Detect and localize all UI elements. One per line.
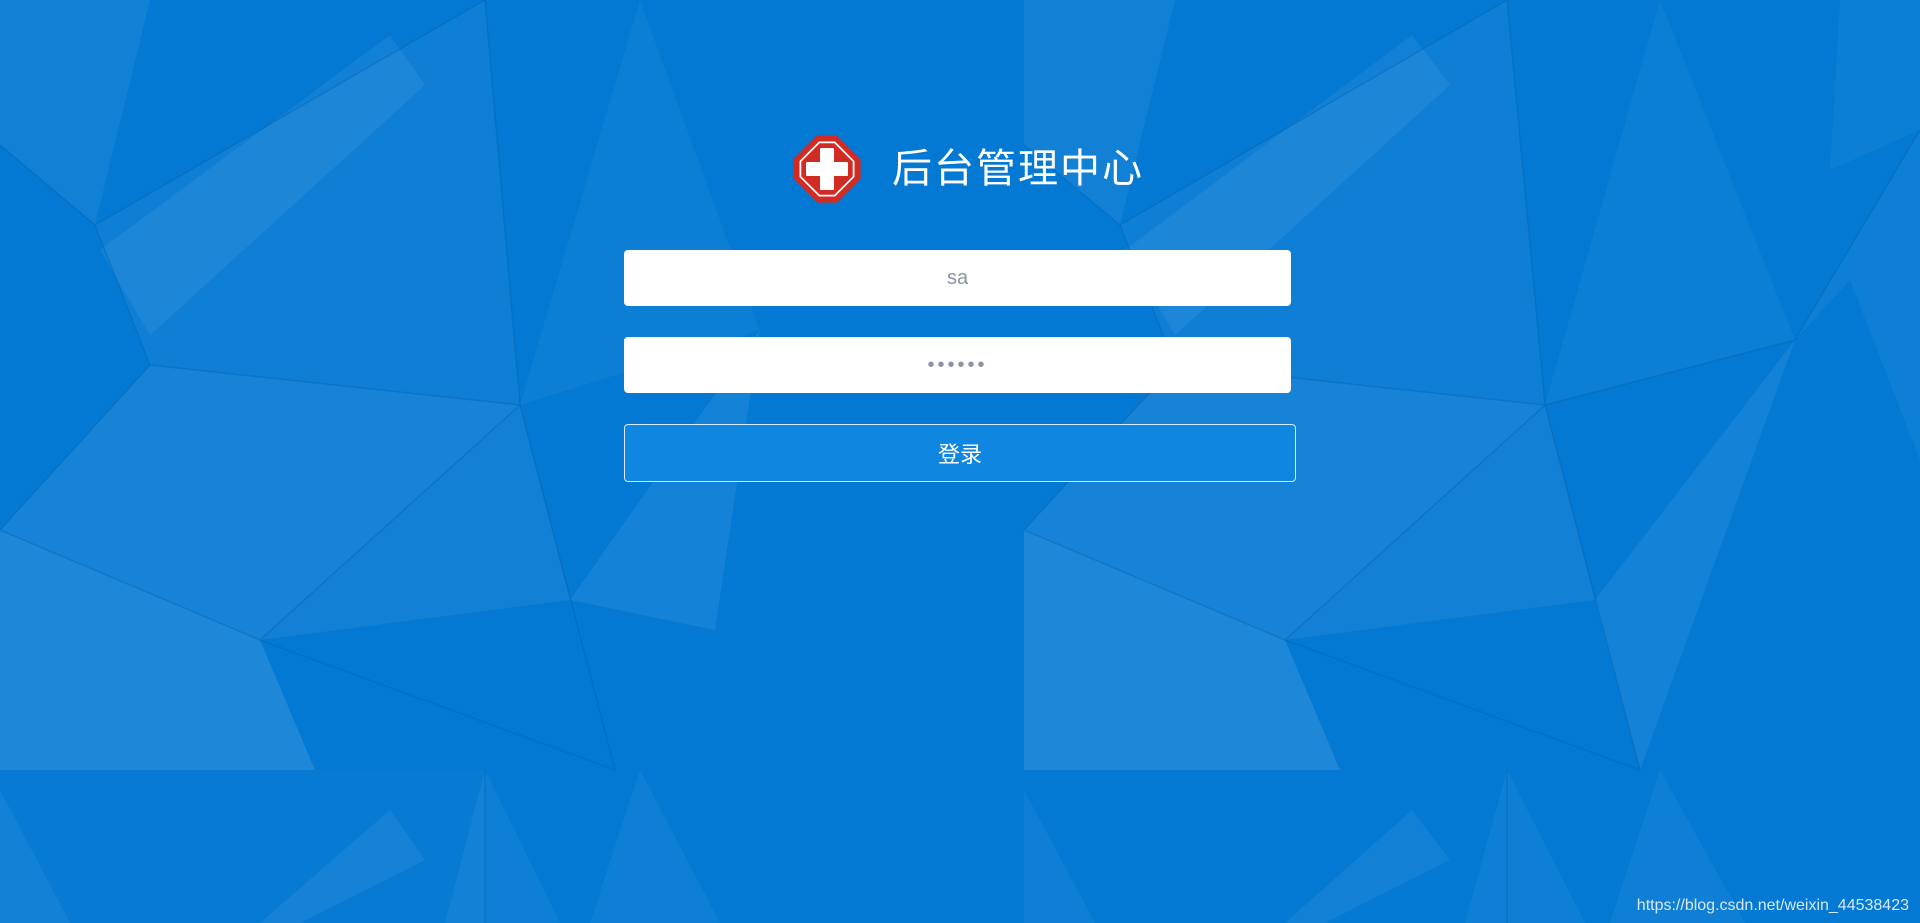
- password-input[interactable]: [624, 337, 1291, 393]
- watermark: https://blog.csdn.net/weixin_44538423: [1636, 897, 1909, 914]
- brand-header: 后台管理中心: [792, 134, 1144, 204]
- username-input[interactable]: [624, 250, 1291, 306]
- red-cross-icon: [793, 135, 861, 203]
- page-title: 后台管理中心: [892, 146, 1144, 192]
- login-button[interactable]: 登录: [624, 424, 1296, 482]
